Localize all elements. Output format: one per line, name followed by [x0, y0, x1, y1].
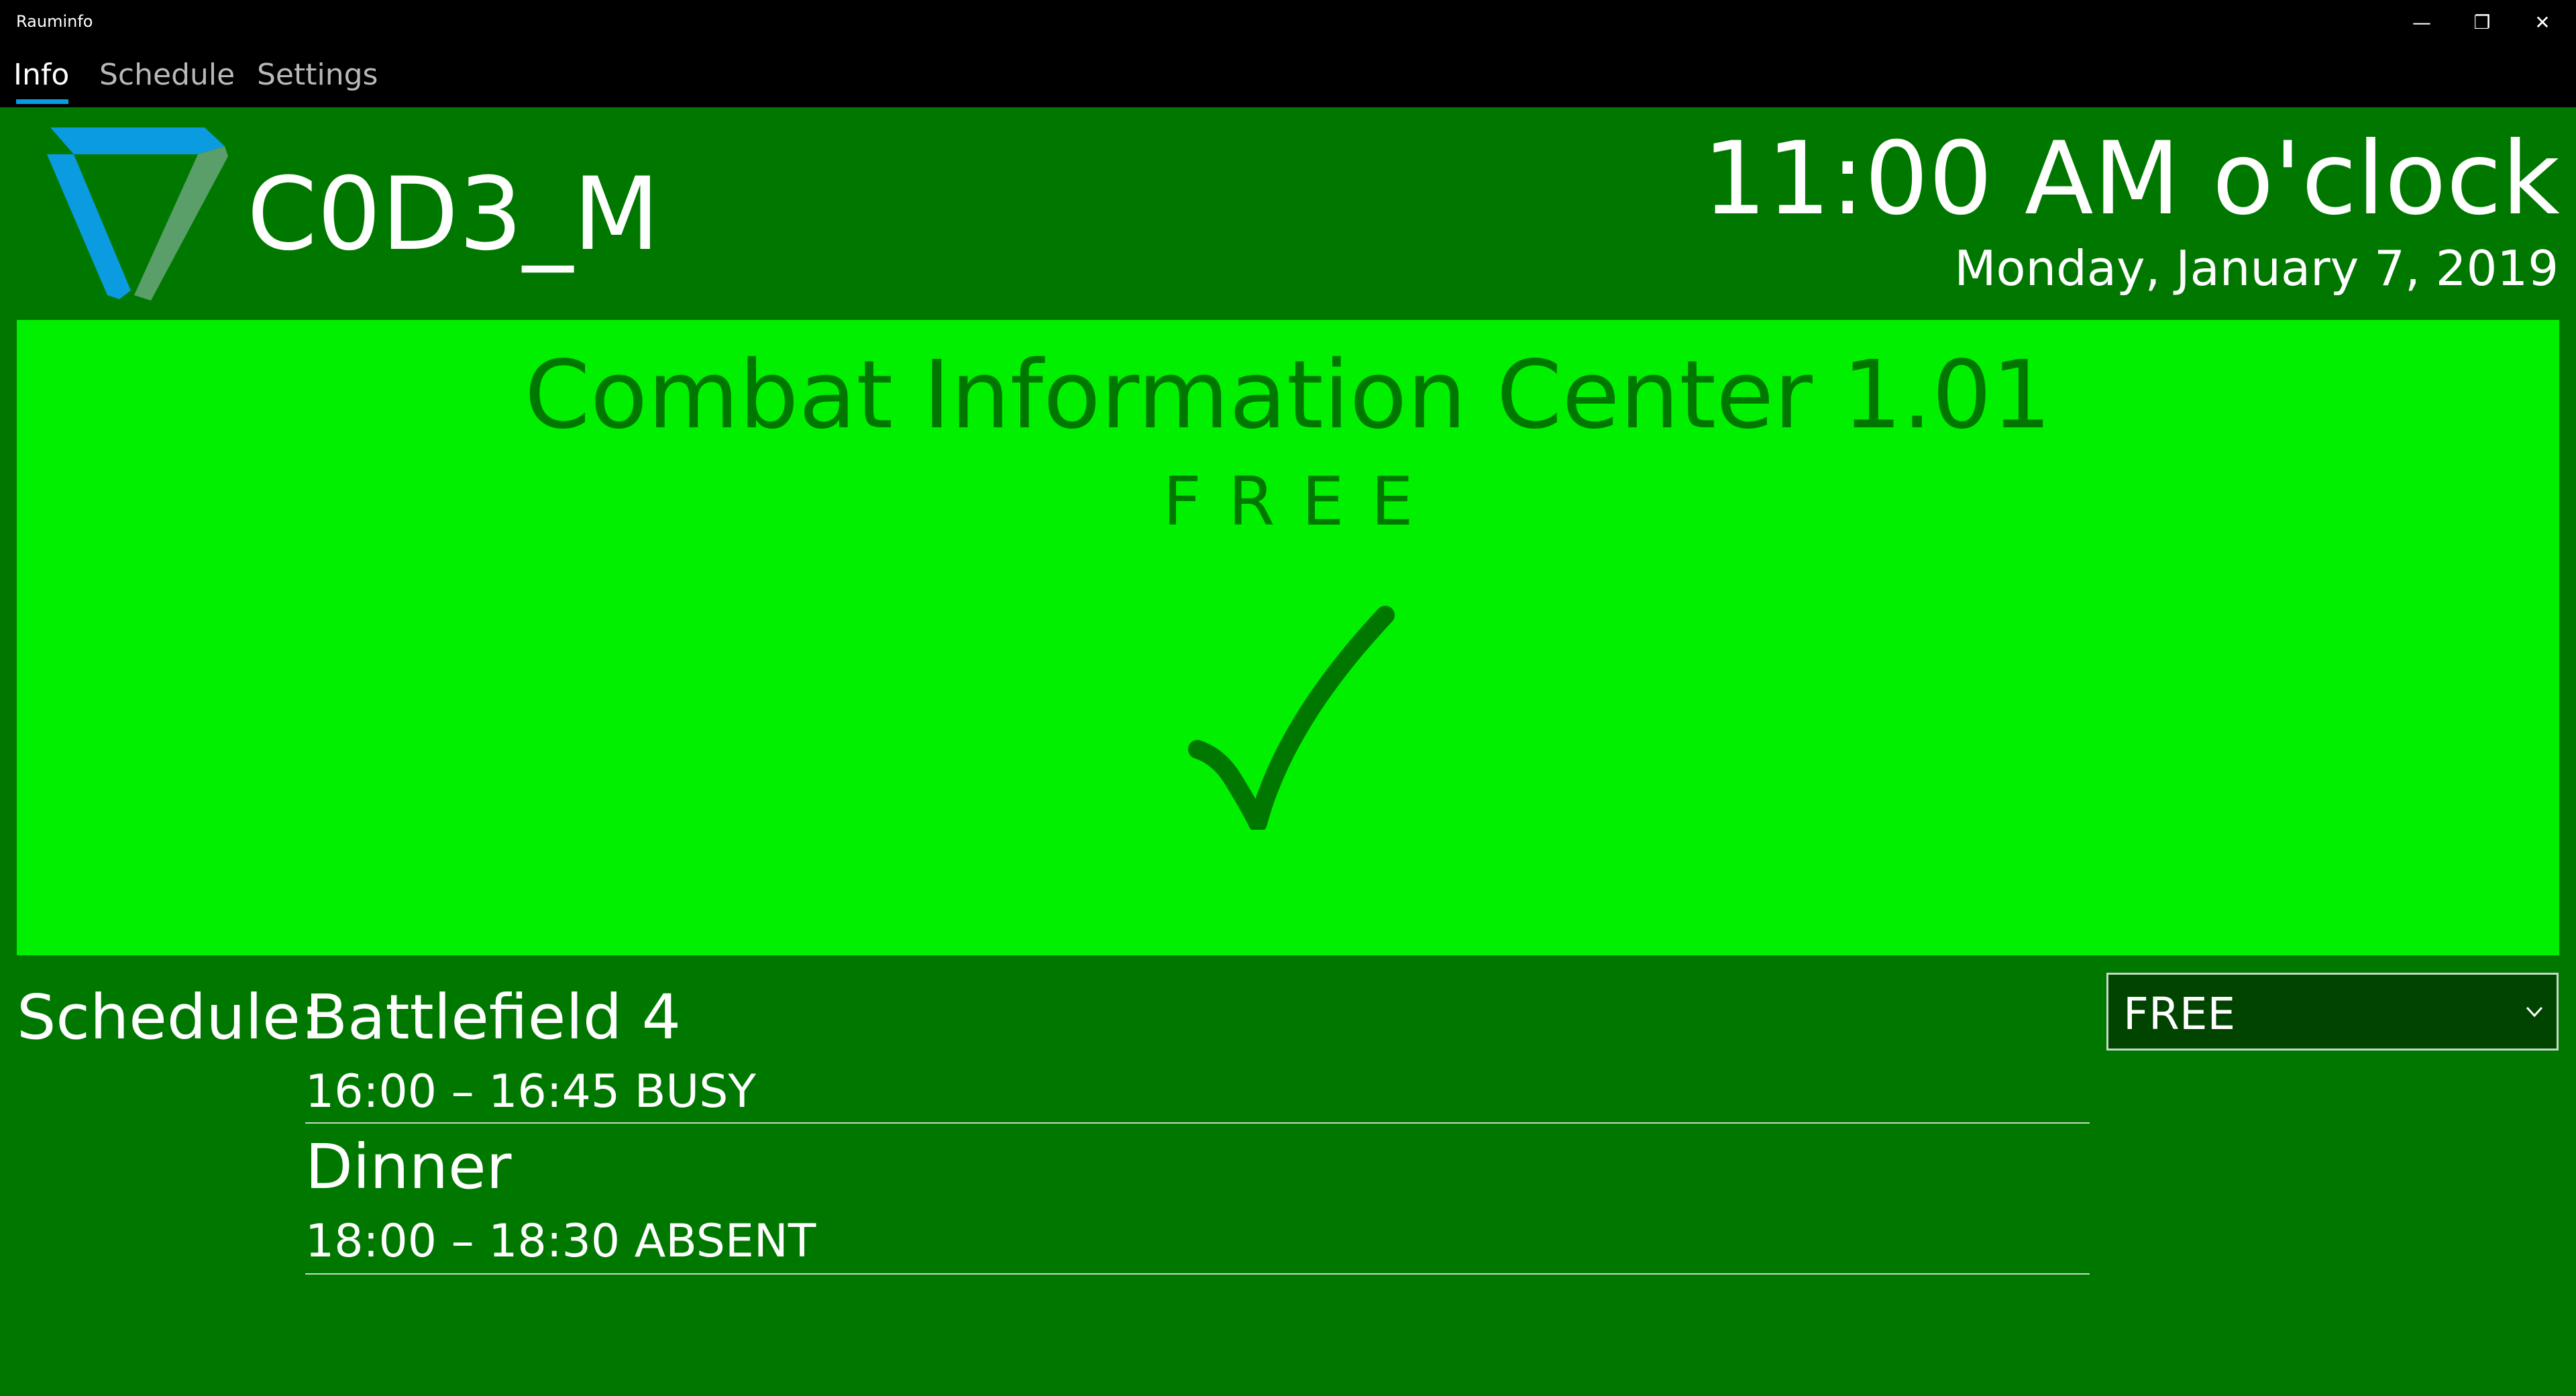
current-date: Monday, January 7, 2019	[1954, 240, 2559, 297]
close-button[interactable]: ✕	[2512, 0, 2573, 44]
schedule-item-title: Dinner	[305, 1131, 512, 1203]
room-status-text: FREE	[1163, 462, 1440, 541]
title-bar: Rauminfo — ❐ ✕	[0, 0, 2576, 44]
schedule-label: Schedule:	[17, 981, 321, 1053]
nav-bar: Info Schedule Settings	[0, 44, 2576, 107]
room-name: Combat Information Center 1.01	[524, 341, 2052, 450]
status-dropdown-value: FREE	[2123, 988, 2236, 1040]
active-tab-indicator	[16, 99, 68, 104]
logo-right-bar	[134, 146, 228, 301]
schedule-item: Dinner 18:00 – 18:30 ABSENT	[305, 1131, 2090, 1275]
schedule-item-time: 18:00 – 18:30 ABSENT	[305, 1215, 816, 1268]
tab-info[interactable]: Info	[13, 58, 69, 92]
schedule-item-time: 16:00 – 16:45 BUSY	[305, 1065, 756, 1118]
logo-top-bar	[50, 127, 225, 154]
tab-schedule[interactable]: Schedule	[99, 58, 235, 92]
schedule-item: Battlefield 4 16:00 – 16:45 BUSY	[305, 981, 2090, 1124]
schedule-item-title: Battlefield 4	[305, 981, 682, 1053]
brand-name: C0D3_M	[247, 156, 660, 273]
checkmark-icon	[1188, 606, 1395, 830]
status-dropdown[interactable]: FREE	[2106, 973, 2559, 1051]
room-status-panel: Combat Information Center 1.01 FREE	[17, 320, 2559, 955]
app-title: Rauminfo	[16, 12, 93, 31]
brand-logo-icon	[47, 127, 228, 301]
minimize-button[interactable]: —	[2392, 0, 2452, 44]
current-time: 11:00 AM o'clock	[1703, 121, 2560, 237]
tab-settings[interactable]: Settings	[257, 58, 378, 92]
chevron-down-icon	[2526, 1006, 2543, 1018]
maximize-button[interactable]: ❐	[2452, 0, 2512, 44]
logo-left-bar	[47, 154, 131, 299]
